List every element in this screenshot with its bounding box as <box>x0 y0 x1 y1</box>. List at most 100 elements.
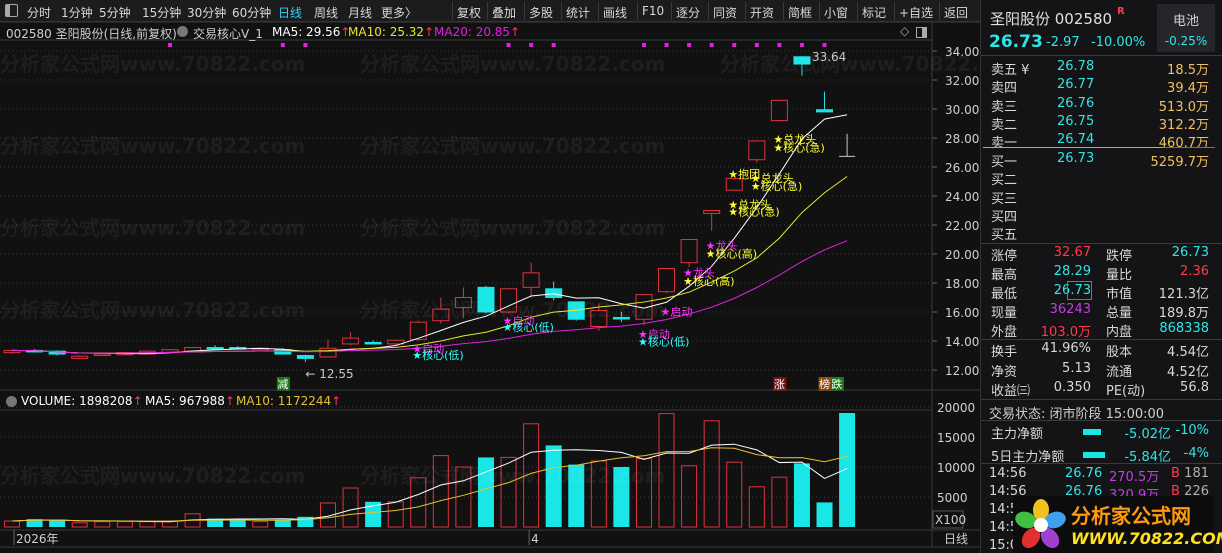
bid-volume: 5259.7万 <box>1150 155 1210 170</box>
toolbar-button-11[interactable]: 标记 <box>862 4 886 21</box>
tab-period-7[interactable]: 周线 <box>314 4 338 21</box>
candle-body <box>409 321 427 341</box>
signal-label: ★核心(低) <box>412 348 463 362</box>
stat-value: 4.54亿 <box>1167 345 1209 360</box>
tab-period-4[interactable]: 30分钟 <box>187 4 226 21</box>
stock-name: 圣阳股份 002580 <box>990 10 1113 28</box>
top-marker-dot <box>822 43 827 47</box>
toolbar-button-0[interactable]: 复权 <box>457 4 481 21</box>
bid-label: 买二 <box>991 173 1018 189</box>
toolbar-button-10[interactable]: 小窗 <box>824 4 848 21</box>
ask-volume: 312.2万 <box>1158 117 1209 133</box>
divider <box>561 2 562 20</box>
diamond-icon[interactable]: ◇ <box>900 24 909 38</box>
ask-price: 26.77 <box>1057 77 1095 93</box>
event-tag-label: 涨 <box>774 378 785 391</box>
watermark: 分析家公式网www.70822.com <box>360 216 666 240</box>
ma20-value: MA20: 20.85↑ <box>434 25 521 39</box>
candle-body <box>319 347 337 358</box>
ask-volume: 513.0万 <box>1158 99 1209 115</box>
tab-period-0[interactable]: 分时 <box>27 4 51 21</box>
watermark: 分析家公式网www.70822.com <box>360 134 666 158</box>
quote-panel: 圣阳股份 002580 R 电池 -0.25% 26.73 -2.97 -10.… <box>980 0 1222 553</box>
candle-body <box>93 353 111 357</box>
top-marker-dot <box>303 43 308 47</box>
volume-ma5: MA5: 967988↑ <box>145 394 235 408</box>
sector-name[interactable]: 电池 <box>1157 10 1215 29</box>
candle-body <box>770 99 788 122</box>
price-tick-label: 22.00 <box>945 219 979 233</box>
sidebar-toggle-icon[interactable] <box>5 4 18 17</box>
ask-volume: 39.4万 <box>1167 81 1209 97</box>
toolbar-button-9[interactable]: 简框 <box>788 4 812 21</box>
toolbar-button-7[interactable]: 同资 <box>713 4 737 21</box>
panel-toggle-icon[interactable] <box>916 27 927 38</box>
price-tick-label: 18.00 <box>945 277 979 291</box>
tick-time: 14:56 <box>989 466 1027 481</box>
candle-body <box>658 268 676 293</box>
price-tick-label: 26.00 <box>945 161 979 175</box>
divider <box>745 2 746 20</box>
tab-period-8[interactable]: 月线 <box>348 4 372 21</box>
date-label: 2026年 <box>16 532 59 546</box>
candle-body <box>296 355 314 359</box>
signal-label: ★核心(高) <box>683 274 734 288</box>
toolbar-button-13[interactable]: 返回 <box>944 4 968 21</box>
watermark: 分析家公式网www.70822.com <box>0 464 306 488</box>
ask-label: 卖一 <box>991 136 1018 152</box>
fund-flow-value: -5.02亿 <box>1124 427 1171 442</box>
bid-label: 买四 <box>991 209 1018 225</box>
price-tick-label: 28.00 <box>945 132 979 146</box>
divider <box>708 2 709 20</box>
watermark: 分析家公式网www.70822.com <box>0 52 306 76</box>
toolbar-button-2[interactable]: 多股 <box>529 4 553 21</box>
volume-tick-label: 20000 <box>937 401 975 415</box>
divider <box>783 2 784 20</box>
divider <box>637 2 638 20</box>
price-tick-label: 20.00 <box>945 248 979 262</box>
top-marker-dot <box>799 43 804 47</box>
tab-period-1[interactable]: 1分钟 <box>61 4 93 21</box>
stat-value: 26.73 <box>1171 245 1209 260</box>
toolbar-button-4[interactable]: 画线 <box>603 4 627 21</box>
tab-period-5[interactable]: 60分钟 <box>232 4 271 21</box>
bid-price: 26.73 <box>1057 151 1095 166</box>
chevron-down-icon[interactable] <box>177 26 188 37</box>
tab-period-9[interactable]: 更多〉 <box>381 4 417 21</box>
candle-body <box>274 349 292 355</box>
tab-period-3[interactable]: 15分钟 <box>142 4 181 21</box>
toolbar-button-12[interactable]: +自选 <box>899 4 933 21</box>
toolbar-button-6[interactable]: 逐分 <box>676 4 700 21</box>
top-marker-dot <box>280 43 285 47</box>
fund-flow-pct: -10% <box>1175 423 1209 438</box>
volume-tick-label: 15000 <box>937 431 975 445</box>
stat-label: 跌停 <box>1106 249 1133 264</box>
price-change-pct: -10.00% <box>1091 35 1146 50</box>
indicator-name[interactable]: 交易核心V_1 <box>193 25 263 42</box>
divider <box>819 2 820 20</box>
toolbar-button-8[interactable]: 开资 <box>750 4 774 21</box>
stat-value: 2.36 <box>1180 264 1209 279</box>
r-badge: R <box>1117 6 1125 17</box>
chevron-down-icon[interactable] <box>6 396 17 407</box>
ask-price: 26.75 <box>1057 113 1095 129</box>
signal-label: ★核心(高) <box>706 247 757 261</box>
price-tick-label: 24.00 <box>945 190 979 204</box>
toolbar-button-3[interactable]: 统计 <box>566 4 590 21</box>
candle-body <box>364 341 382 345</box>
event-tag-label: 跌 <box>831 377 842 391</box>
tab-period-2[interactable]: 5分钟 <box>99 4 131 21</box>
stat-label: 换手 <box>991 345 1018 360</box>
event-tag-label: 减 <box>277 378 288 391</box>
toolbar-button-5[interactable]: F10 <box>642 4 664 18</box>
watermark: 分析家公式网www.70822.com <box>360 298 666 322</box>
watermark: 分析家公式网www.70822.com <box>360 52 666 76</box>
divider <box>939 2 940 20</box>
stat-value: 36243 <box>1049 302 1091 317</box>
ask-volume: 18.5万 <box>1167 63 1209 78</box>
stat-value: 0.350 <box>1053 380 1091 395</box>
fund-flow-bar <box>1083 429 1101 435</box>
toolbar-button-1[interactable]: 叠加 <box>492 4 516 21</box>
tab-period-6[interactable]: 日线 <box>278 4 302 21</box>
sector-change: -0.25% <box>1164 34 1208 48</box>
